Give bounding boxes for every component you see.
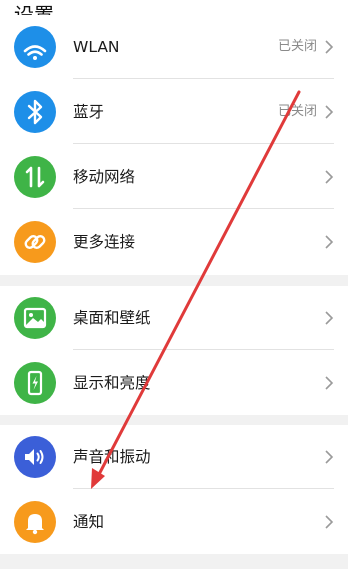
settings-item-label: 显示和亮度 [73,374,151,392]
settings-item-label: 通知 [73,513,105,531]
chevron-right-icon [325,40,334,54]
settings-item-label: 声音和振动 [73,448,151,466]
section-gap [0,275,348,286]
divider [73,78,334,79]
status-text: 已关闭 [277,104,317,119]
chevron-right-icon [325,105,334,119]
link-icon [14,221,56,263]
chevron-right-icon [325,170,334,184]
section-gap [0,415,348,425]
settings-item-display-brightness[interactable]: 显示和亮度 [0,351,348,415]
chevron-right-icon [325,376,334,390]
settings-item-notifications[interactable]: 通知 [0,490,348,554]
settings-item-desktop-wallpaper[interactable]: 桌面和壁纸 [0,286,348,350]
settings-item-label: 蓝牙 [73,103,105,121]
settings-item-more-connections[interactable]: 更多连接 [0,210,348,274]
bell-icon [14,501,56,543]
mobile-data-icon [14,156,56,198]
settings-item-sound-vibration[interactable]: 声音和振动 [0,425,348,489]
settings-item-bluetooth[interactable]: 蓝牙 已关闭 [0,80,348,144]
chevron-right-icon [325,450,334,464]
settings-item-label: 移动网络 [73,168,136,186]
divider [73,208,334,209]
bluetooth-icon [14,91,56,133]
speaker-icon [14,436,56,478]
settings-item-label: 更多连接 [73,233,136,251]
settings-item-label: 桌面和壁纸 [73,309,151,327]
divider [73,349,334,350]
chevron-right-icon [325,235,334,249]
display-brightness-icon [14,362,56,404]
settings-item-label: WLAN [73,38,120,56]
settings-item-wlan[interactable]: WLAN 已关闭 [0,15,348,79]
wallpaper-icon [14,297,56,339]
chevron-right-icon [325,311,334,325]
status-text: 已关闭 [277,39,317,54]
chevron-right-icon [325,515,334,529]
divider [73,488,334,489]
settings-item-mobile-network[interactable]: 移动网络 [0,145,348,209]
section-gap [0,554,348,569]
wifi-icon [14,26,56,68]
divider [73,143,334,144]
